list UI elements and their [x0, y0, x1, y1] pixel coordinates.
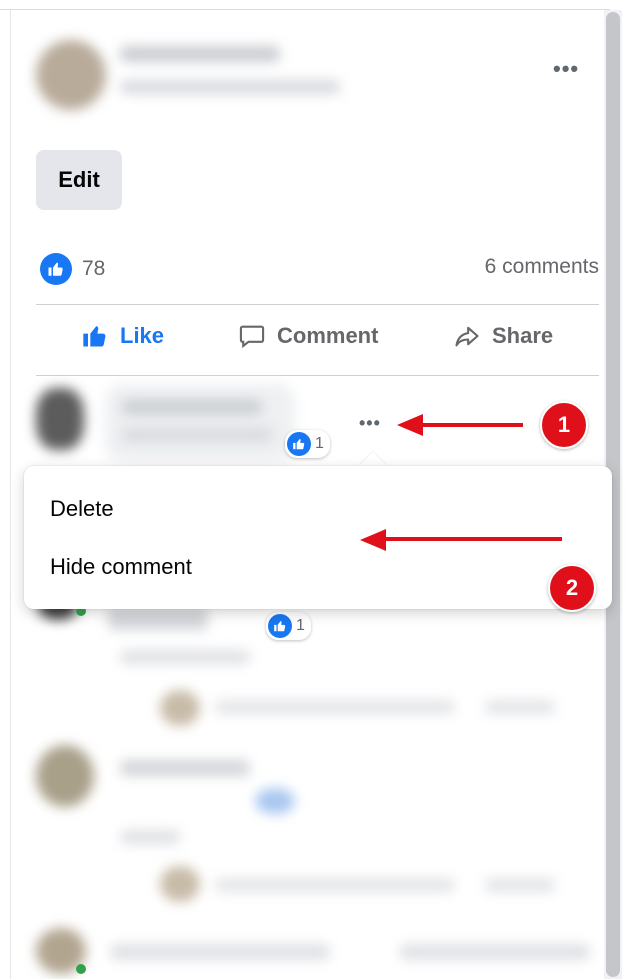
hide-comment-menu-item[interactable]: Hide comment: [50, 554, 192, 580]
commenter-avatar[interactable]: [36, 388, 84, 450]
author-avatar[interactable]: [36, 40, 106, 110]
reply-reaction-badge[interactable]: 1: [266, 612, 311, 640]
comments-count[interactable]: 6 comments: [485, 255, 599, 279]
share-icon: [455, 326, 479, 347]
blurred-line: [215, 700, 455, 714]
blurred-avatar: [160, 690, 200, 726]
delete-menu-item[interactable]: Delete: [50, 496, 114, 522]
reply-bubble: [108, 608, 208, 630]
comment-label: Comment: [277, 323, 379, 348]
edit-button[interactable]: Edit: [36, 150, 122, 210]
reaction-count: 78: [82, 257, 106, 280]
divider: [36, 375, 599, 376]
comment-author[interactable]: [122, 400, 262, 414]
blurred-avatar: [160, 866, 200, 902]
blurred-line: [485, 700, 555, 714]
comment-icon: [239, 325, 265, 349]
annotation-badge-2: 2: [548, 564, 596, 612]
blurred-line: [120, 830, 180, 844]
like-label: Like: [120, 323, 165, 348]
comment-reaction-badge[interactable]: 1: [285, 430, 330, 458]
online-status-dot: [76, 964, 86, 974]
comment-button[interactable]: Comment: [237, 322, 378, 350]
like-button[interactable]: Like: [80, 322, 164, 350]
annotation-arrow-2: [360, 529, 562, 551]
like-reaction-icon: [287, 432, 311, 456]
blurred-reaction: [255, 788, 295, 814]
comment-text: [122, 428, 272, 442]
panel-border-left: [10, 10, 11, 979]
annotation-arrow-1: [397, 414, 523, 436]
like-reaction-icon: [268, 614, 292, 638]
reaction-summary[interactable]: 78: [40, 253, 105, 285]
post-meta: [120, 80, 340, 94]
blurred-line: [485, 878, 555, 892]
comment-options-button[interactable]: •••: [359, 413, 381, 434]
share-button[interactable]: Share: [452, 322, 553, 350]
blurred-line: [120, 650, 250, 664]
annotation-badge-1: 1: [540, 401, 588, 449]
panel-border: [0, 9, 610, 10]
comment-bubble: [105, 384, 295, 462]
reply-reaction-count: 1: [296, 617, 305, 634]
comment-reaction-count: 1: [315, 435, 324, 452]
author-name[interactable]: [120, 46, 280, 62]
like-reaction-icon: [40, 253, 72, 285]
blurred-line: [215, 878, 455, 892]
blurred-line: [110, 944, 330, 960]
post-options-button[interactable]: •••: [553, 56, 579, 82]
blurred-avatar: [36, 745, 94, 807]
like-icon: [83, 326, 106, 347]
divider: [36, 304, 599, 305]
blurred-line: [400, 944, 590, 960]
blurred-line: [120, 760, 250, 776]
share-label: Share: [492, 323, 554, 348]
